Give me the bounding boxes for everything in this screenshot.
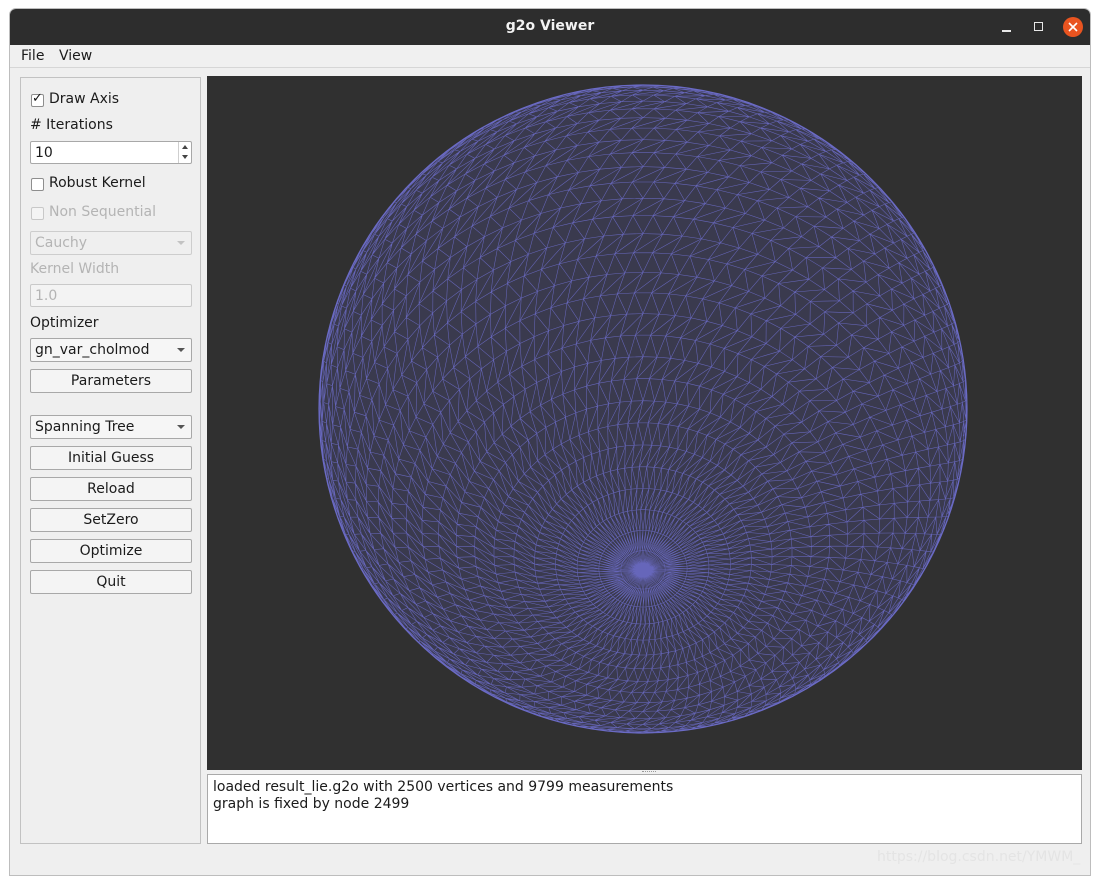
log-line: loaded result_lie.g2o with 2500 vertices… [213,779,674,795]
chevron-down-icon [177,425,185,429]
iterations-label: # Iterations [30,117,113,133]
draw-axis-label: Draw Axis [49,91,120,107]
iterations-value: 10 [35,145,53,161]
chevron-down-icon [177,348,185,352]
init-method-value: Spanning Tree [35,419,135,435]
spin-up-icon[interactable] [182,145,188,149]
kernel-width-input[interactable]: 1.0 [30,284,192,307]
output-log: loaded result_lie.g2o with 2500 vertices… [207,774,1082,844]
spin-buttons[interactable] [178,142,191,163]
chevron-down-icon [177,241,185,245]
log-line: graph is fixed by node 2499 [213,796,410,812]
sphere-mesh-graph [318,84,968,734]
close-button[interactable] [1063,17,1083,37]
menu-bar: File View [10,45,1090,68]
optimize-button[interactable]: Optimize [30,539,192,563]
maximize-button[interactable] [1029,17,1049,37]
kernel-width-label: Kernel Width [30,261,120,277]
parameters-button[interactable]: Parameters [30,369,192,393]
quit-button[interactable]: Quit [30,570,192,594]
window-title: g2o Viewer [505,18,595,34]
minimize-button[interactable] [997,17,1017,37]
checkmark-icon: ✓ [32,91,43,106]
robust-kernel-checkbox[interactable] [31,178,44,191]
reload-button[interactable]: Reload [30,477,192,501]
control-panel: ✓ Draw Axis # Iterations 10 Robust Kerne… [20,77,201,844]
menu-file[interactable]: File [21,48,44,64]
menu-view[interactable]: View [59,48,92,64]
optimizer-label: Optimizer [30,315,99,331]
kernel-width-value: 1.0 [35,288,58,304]
spin-down-icon[interactable] [182,155,188,159]
draw-axis-checkbox[interactable]: ✓ [31,91,44,107]
init-method-select[interactable]: Spanning Tree [30,415,192,439]
initial-guess-button[interactable]: Initial Guess [30,446,192,470]
3d-viewer[interactable] [207,76,1082,770]
optimizer-value: gn_var_cholmod [35,342,150,358]
app-window: g2o Viewer File View ✓ Draw Axis # Itera… [9,8,1091,876]
non-sequential-checkbox[interactable] [31,207,44,220]
optimizer-select[interactable]: gn_var_cholmod [30,338,192,362]
non-sequential-label: Non Sequential [49,204,156,220]
kernel-type-value: Cauchy [35,235,88,251]
kernel-type-select[interactable]: Cauchy [30,231,192,255]
title-bar: g2o Viewer [10,9,1090,45]
setzero-button[interactable]: SetZero [30,508,192,532]
robust-kernel-label: Robust Kernel [49,175,146,191]
iterations-spinbox[interactable]: 10 [30,141,192,164]
watermark: https://blog.csdn.net/YMWM_ [877,849,1081,865]
close-icon [1068,22,1078,32]
